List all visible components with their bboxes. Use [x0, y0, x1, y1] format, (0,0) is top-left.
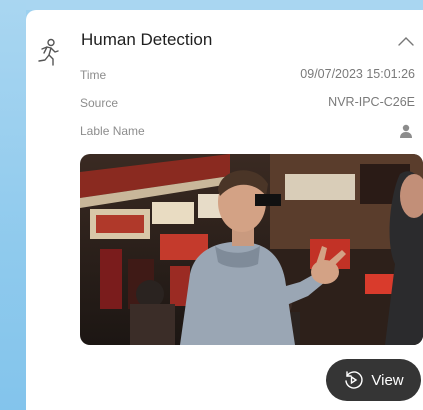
source-value: NVR-IPC-C26E: [328, 95, 415, 109]
user-icon[interactable]: [399, 124, 413, 138]
event-card: Human Detection Time 09/07/2023 15:01:26…: [26, 10, 423, 410]
camera-snapshot[interactable]: [80, 154, 423, 345]
view-button[interactable]: View: [326, 359, 421, 401]
event-title: Human Detection: [81, 30, 213, 49]
view-label: View: [371, 371, 404, 389]
camera-snapshot-image: [80, 154, 423, 345]
top-background: [0, 0, 423, 10]
side-background: [0, 0, 26, 410]
source-label: Source: [80, 96, 119, 110]
chevron-up-icon[interactable]: [397, 35, 415, 47]
time-value: 09/07/2023 15:01:26: [300, 67, 415, 81]
label-name-label: Lable Name: [80, 124, 145, 138]
time-label: Time: [80, 68, 107, 82]
replay-icon: [345, 371, 363, 389]
running-person-icon: [38, 38, 59, 66]
